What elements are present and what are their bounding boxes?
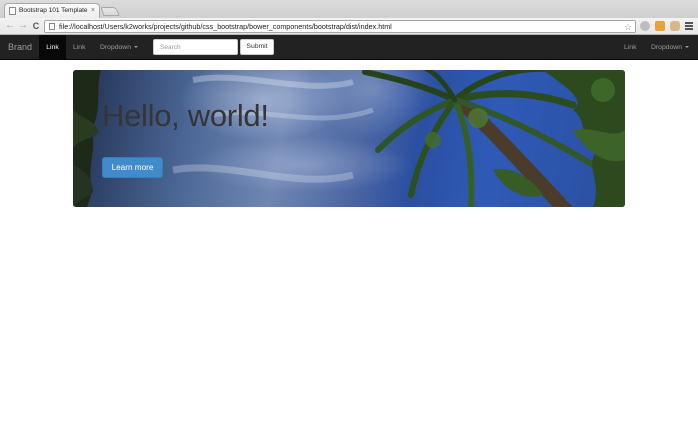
- reload-icon[interactable]: C: [30, 20, 42, 32]
- nav-link[interactable]: Link: [73, 35, 85, 60]
- extension-icon[interactable]: [655, 21, 665, 31]
- jumbotron-heading: Hello, world!: [102, 98, 269, 133]
- navbar: Brand Link Link Dropdown Submit Link Dro…: [0, 35, 698, 60]
- palm-tree-background-image: [73, 70, 625, 207]
- caret-down-icon: [133, 46, 138, 49]
- address-url[interactable]: file://localhost/Users/k2works/projects/…: [59, 21, 392, 33]
- page-icon: [49, 23, 55, 30]
- bookmark-star-icon[interactable]: ☆: [624, 21, 632, 33]
- nav-dropdown-label: Dropdown: [651, 44, 682, 51]
- browser-toolbar: ← → C file://localhost/Users/k2works/pro…: [0, 18, 698, 35]
- search-input[interactable]: [153, 39, 238, 55]
- browser-menu-icon[interactable]: [685, 22, 693, 30]
- browser-tab-strip: Bootstrap 101 Template ×: [0, 0, 698, 18]
- address-bar[interactable]: file://localhost/Users/k2works/projects/…: [44, 20, 636, 33]
- nav-link-active[interactable]: Link: [39, 35, 66, 60]
- extension-icon[interactable]: [640, 21, 650, 31]
- nav-dropdown-right[interactable]: Dropdown: [651, 35, 689, 60]
- new-tab-button[interactable]: [100, 7, 120, 16]
- jumbotron: Hello, world! Learn more: [73, 70, 625, 207]
- learn-more-button[interactable]: Learn more: [102, 157, 163, 178]
- nav-dropdown[interactable]: Dropdown: [100, 35, 138, 60]
- navbar-brand[interactable]: Brand: [8, 35, 32, 60]
- forward-arrow-icon[interactable]: →: [17, 20, 29, 32]
- tab-title: Bootstrap 101 Template: [19, 7, 88, 14]
- page-icon: [9, 7, 16, 15]
- nav-link-right[interactable]: Link: [624, 35, 636, 60]
- back-arrow-icon[interactable]: ←: [4, 20, 16, 32]
- browser-tab[interactable]: Bootstrap 101 Template ×: [4, 3, 100, 18]
- submit-button[interactable]: Submit: [240, 39, 274, 55]
- nav-dropdown-label: Dropdown: [100, 44, 131, 51]
- extension-icon[interactable]: [670, 21, 680, 31]
- tab-close-icon[interactable]: ×: [91, 4, 95, 18]
- caret-down-icon: [684, 46, 689, 49]
